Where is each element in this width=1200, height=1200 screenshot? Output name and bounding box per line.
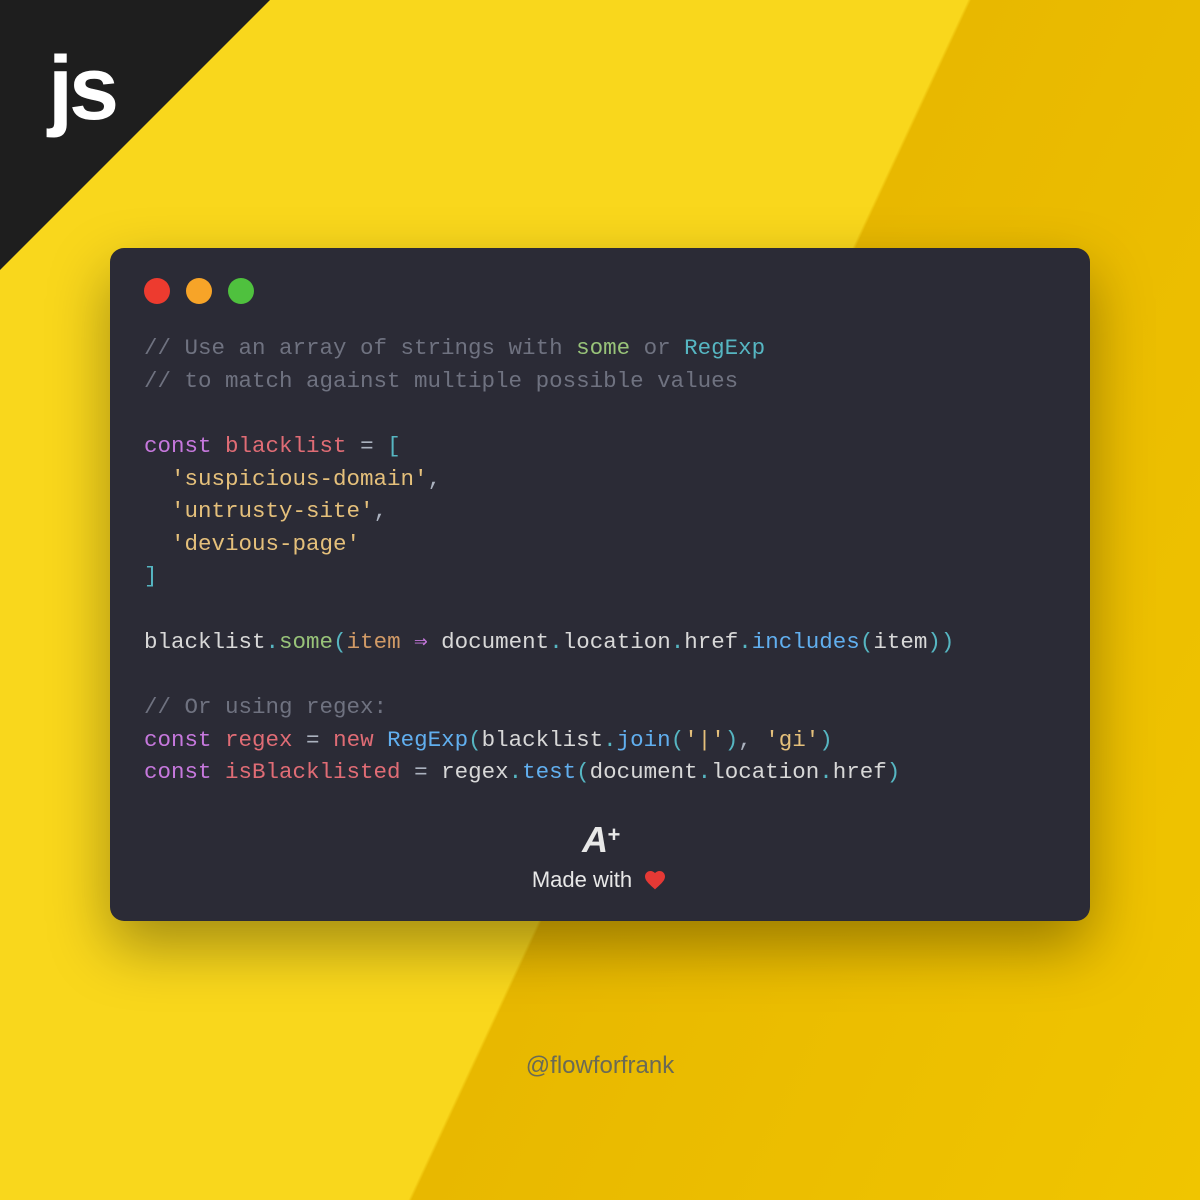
comment-text: // to match against multiple possible va… <box>144 368 738 394</box>
identifier: document <box>590 759 698 785</box>
close-icon[interactable] <box>144 278 170 304</box>
code-window: // Use an array of strings with some or … <box>110 248 1090 921</box>
identifier: document <box>441 629 549 655</box>
identifier: href <box>684 629 738 655</box>
comment-text: // Or using regex: <box>144 694 387 720</box>
arrow-operator: ⇒ <box>401 629 442 655</box>
keyword-const: const <box>144 433 212 459</box>
parameter: item <box>347 629 401 655</box>
aplus-a: A <box>582 819 606 861</box>
corner-triangle <box>0 0 270 270</box>
made-with-label: Made with <box>144 867 1056 893</box>
parameter: item <box>873 629 927 655</box>
comment-text: // Use an array of strings with <box>144 335 576 361</box>
operator: = <box>347 433 388 459</box>
keyword-new: new <box>333 727 374 753</box>
method-test: test <box>522 759 576 785</box>
keyword-some: some <box>576 335 630 361</box>
variable: blacklist <box>144 629 266 655</box>
punctuation: , <box>428 466 442 492</box>
punctuation: , <box>374 498 388 524</box>
aplus-logo: A+ <box>582 819 618 861</box>
maximize-icon[interactable] <box>228 278 254 304</box>
js-logo: js <box>48 38 115 141</box>
identifier: location <box>563 629 671 655</box>
variable: regex <box>441 759 509 785</box>
string-literal: '|' <box>684 727 725 753</box>
bracket: ] <box>144 563 158 589</box>
made-with-text: Made with <box>532 867 632 893</box>
operator: = <box>401 759 442 785</box>
aplus-plus: + <box>607 822 618 848</box>
code-block: // Use an array of strings with some or … <box>144 332 1056 789</box>
variable: blacklist <box>225 433 347 459</box>
keyword-regexp: RegExp <box>684 335 765 361</box>
operator: = <box>293 727 334 753</box>
method-includes: includes <box>752 629 860 655</box>
string-literal: 'untrusty-site' <box>171 498 374 524</box>
class-regexp: RegExp <box>387 727 468 753</box>
comment-text: or <box>630 335 684 361</box>
string-literal: 'gi' <box>765 727 819 753</box>
string-literal: 'suspicious-domain' <box>171 466 428 492</box>
method-join: join <box>617 727 671 753</box>
string-literal: 'devious-page' <box>171 531 360 557</box>
author-handle: @flowforfrank <box>0 1052 1200 1080</box>
variable: isBlacklisted <box>225 759 401 785</box>
window-traffic-lights <box>144 278 1056 304</box>
keyword-const: const <box>144 727 212 753</box>
identifier: location <box>711 759 819 785</box>
footer-badge: A+ Made with <box>144 819 1056 893</box>
punctuation: , <box>738 727 752 753</box>
method-some: some <box>279 629 333 655</box>
variable: blacklist <box>482 727 604 753</box>
minimize-icon[interactable] <box>186 278 212 304</box>
heart-icon <box>642 868 668 892</box>
identifier: href <box>833 759 887 785</box>
keyword-const: const <box>144 759 212 785</box>
variable: regex <box>225 727 293 753</box>
bracket: [ <box>387 433 401 459</box>
